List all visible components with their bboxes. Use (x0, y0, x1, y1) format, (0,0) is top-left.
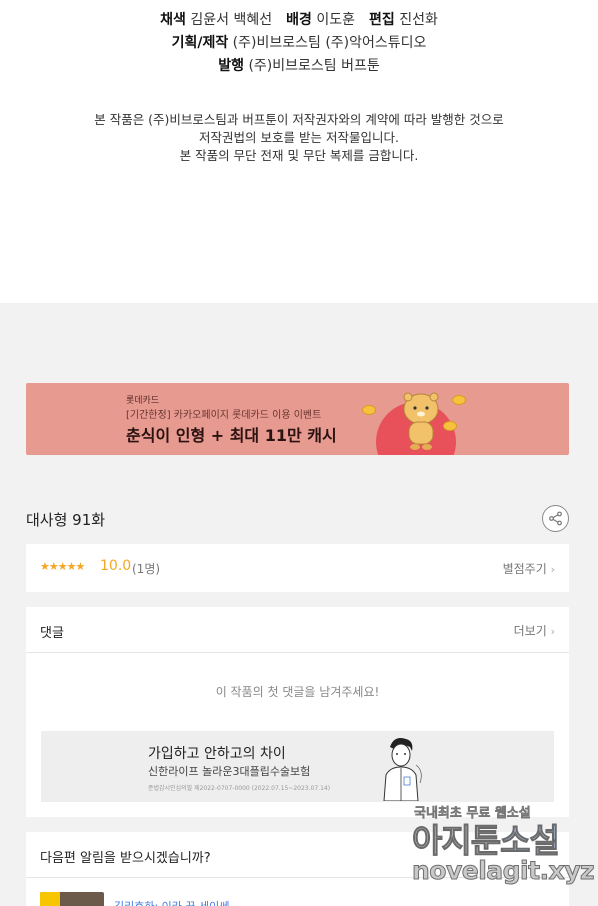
app-badge-icon (40, 892, 60, 906)
coin-icon (362, 405, 376, 415)
episode-title: 대사형 91화 (26, 511, 106, 529)
promo-banner[interactable]: 롯데카드 [기간한정] 카카오페이지 롯데카드 이용 이벤트 춘식이 인형 + … (26, 383, 569, 455)
divider (26, 652, 569, 653)
credits-section: 채색 김윤서 백혜선 배경 이도훈 편집 진선화 기획/제작 (주)비브로스팀 (주… (0, 0, 598, 303)
site-watermark: 국내최초 무료 웹소설 아지툰소설 novelagit.xyz (411, 800, 598, 906)
chevron-right-icon: › (550, 563, 555, 576)
doctor-illustration-icon (383, 738, 422, 801)
banner-headline: 춘식이 인형 + 최대 11만 캐시 (126, 426, 337, 445)
chevron-right-icon: › (550, 625, 555, 638)
rating-stars: ★★★★★ (40, 560, 85, 573)
copyright-notice-2: 저작권법의 보호를 받는 저작물입니다. (199, 130, 399, 145)
rate-button[interactable]: 별점주기 › (503, 560, 555, 577)
copyright-notice-1: 본 작품은 (주)비브로스팀과 버프툰이 저작권자와의 계약에 따라 발행한 것… (94, 112, 504, 127)
comments-header: 댓글 (40, 626, 64, 641)
credit-line-colorist: 채색 김윤서 백혜선 배경 이도훈 편집 진선화 (160, 12, 438, 28)
watermark-logo: 아지툰소설 (411, 821, 560, 861)
watermark-url: novelagit.xyz (411, 856, 595, 886)
coin-icon (443, 421, 457, 431)
series-link[interactable]: 김리호하: 이라 꾼 세이쎄 (114, 898, 229, 906)
insurance-ad[interactable]: 가입하고 안하고의 차이 신한라이프 놀라운3대플립수술보험 준법감시인심의필 … (41, 731, 554, 802)
credit-line-production: 기획/제작 (주)비브로스팀 (주)악어스튜디오 (171, 35, 427, 51)
banner-brand: 롯데카드 (126, 396, 160, 406)
comments-empty-text: 이 작품의 첫 댓글을 남겨주세요! (215, 685, 380, 699)
share-icon (549, 511, 562, 526)
credit-line-publisher: 발행 (주)비브로스팀 버프툰 (218, 58, 380, 74)
series-thumbnail[interactable] (40, 892, 104, 906)
copyright-notice-3: 본 작품의 무단 전재 및 무단 복제를 금합니다. (179, 148, 419, 163)
comments-card: 댓글 더보기 › 이 작품의 첫 댓글을 남겨주세요! 가입하고 안하고의 차이… (26, 607, 569, 817)
share-button[interactable] (542, 505, 569, 532)
bear-mascot-icon (403, 392, 439, 450)
coin-icon (452, 395, 466, 405)
ad-title: 가입하고 안하고의 차이 (148, 746, 286, 762)
rating-card: ★★★★★ 10.0 (1명) 별점주기 › (26, 544, 569, 592)
ad-fine-print: 준법감시인심의필 제2022-0707-0000 (2022.07.15~202… (148, 785, 331, 792)
ad-subtitle: 신한라이프 놀라운3대플립수술보험 (148, 765, 311, 778)
banner-subtitle: [기간한정] 카카오페이지 롯데카드 이용 이벤트 (126, 410, 322, 421)
rating-score: 10.0 (100, 558, 132, 574)
notify-question: 다음편 알림을 받으시겠습니까? (40, 851, 211, 866)
comments-more-button[interactable]: 더보기 › (514, 622, 555, 639)
rating-count: (1명) (132, 562, 161, 576)
